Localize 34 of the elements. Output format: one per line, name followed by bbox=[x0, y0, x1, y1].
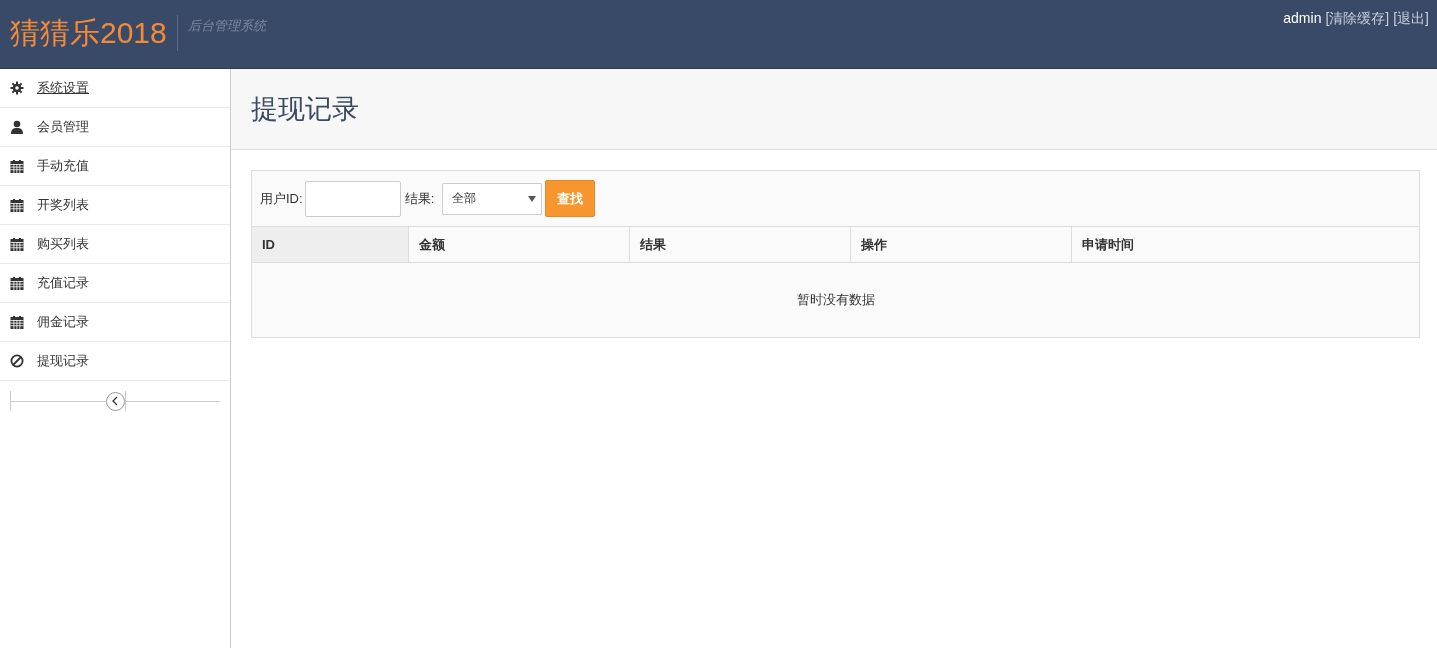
calendar-icon bbox=[10, 159, 24, 173]
sidebar-item[interactable]: 系统设置 bbox=[0, 69, 230, 108]
column-header[interactable]: 金额 bbox=[408, 227, 630, 263]
sidebar-item[interactable]: 佣金记录 bbox=[0, 303, 230, 342]
result-label: 结果: bbox=[404, 189, 435, 208]
sidebar-item[interactable]: 开奖列表 bbox=[0, 186, 230, 225]
user-id-label: 用户ID: bbox=[260, 189, 303, 208]
column-header[interactable]: ID bbox=[252, 227, 409, 263]
calendar-icon bbox=[10, 237, 24, 251]
sidebar-item[interactable]: 提现记录 bbox=[0, 342, 230, 381]
sidebar-item[interactable]: 充值记录 bbox=[0, 264, 230, 303]
caret-icon bbox=[528, 195, 537, 202]
header-link[interactable]: [清除缓存] bbox=[1325, 10, 1390, 26]
subtitle: 后台管理系统 bbox=[186, 17, 266, 35]
sidebar-item[interactable]: 会员管理 bbox=[0, 108, 230, 147]
sidebar-item[interactable]: 购买列表 bbox=[0, 225, 230, 264]
gear-icon bbox=[10, 81, 24, 95]
page-title: 提现记录 bbox=[251, 93, 359, 126]
result-dropdown[interactable]: 全部 bbox=[442, 182, 543, 215]
user-id-field[interactable] bbox=[304, 180, 401, 217]
column-header[interactable]: 申请时间 bbox=[1071, 227, 1419, 263]
chevron-left-icon bbox=[111, 396, 119, 406]
user-icon bbox=[10, 120, 24, 134]
logo-text: 猜猜乐2018 bbox=[10, 15, 178, 51]
username: admin bbox=[1283, 10, 1322, 26]
column-header[interactable]: 结果 bbox=[629, 227, 851, 263]
calendar-icon bbox=[10, 198, 24, 212]
ban-icon bbox=[10, 354, 24, 368]
header-link[interactable]: [退出] bbox=[1393, 10, 1429, 26]
calendar-icon bbox=[10, 276, 24, 290]
sidebar-item[interactable]: 手动充值 bbox=[0, 147, 230, 186]
calendar-icon bbox=[10, 315, 24, 329]
column-header[interactable]: 操作 bbox=[850, 227, 1072, 263]
empty-message: 暂时没有数据 bbox=[252, 262, 1419, 337]
